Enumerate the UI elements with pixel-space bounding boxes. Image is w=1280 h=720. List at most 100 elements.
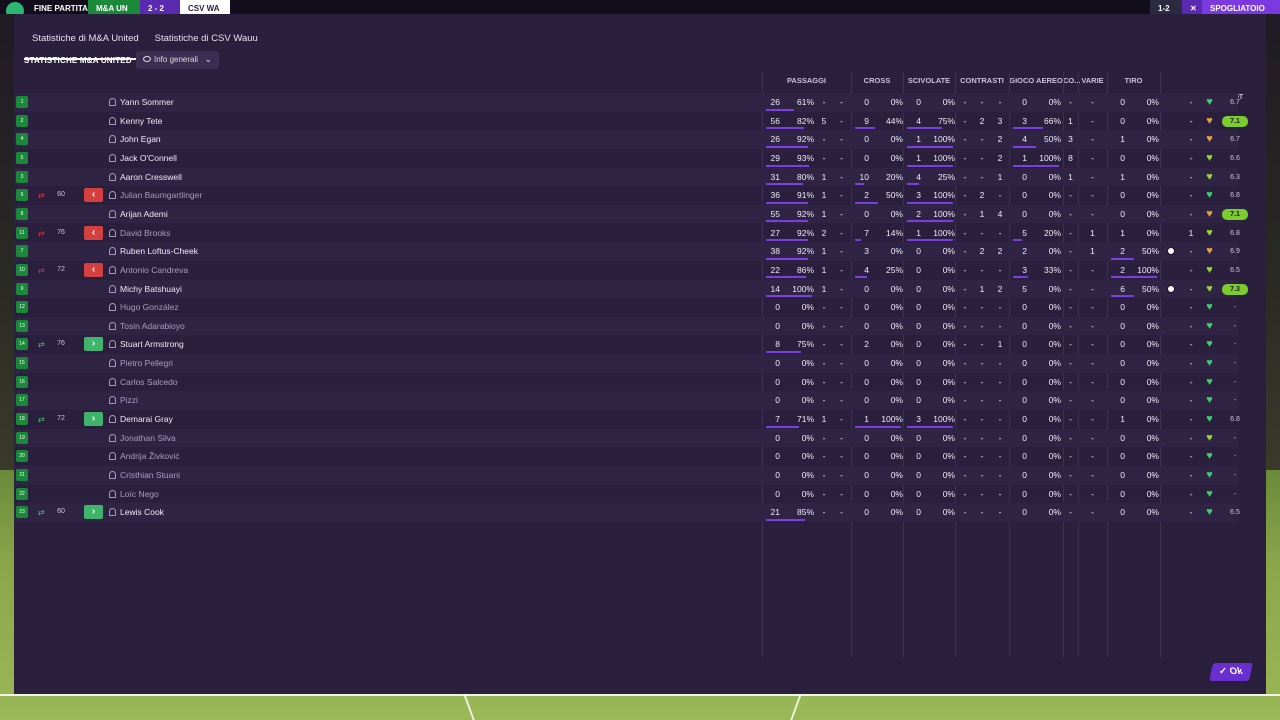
- player-profile-icon[interactable]: [109, 191, 116, 200]
- player-name[interactable]: Pizzi: [120, 391, 138, 410]
- crosses-total: 0: [864, 208, 869, 219]
- dribbles: -: [1091, 488, 1094, 499]
- table-row[interactable]: 4 John Egan 26 92% - -0 0% 1 100% - -2 4 50% 3-1 0% - ♥ 6…: [14, 130, 1240, 149]
- player-profile-icon[interactable]: [109, 135, 116, 144]
- shots-pct: 0%: [1146, 507, 1159, 518]
- table-row[interactable]: 19 Jonathan Silva 0 0% - -0 0% 0 0% - - -0 0% - -0 0% - ♥…: [14, 428, 1238, 448]
- crosses-pct: 25%: [885, 264, 903, 275]
- passes-chances: -: [840, 264, 843, 275]
- crosses-total: 0: [864, 376, 869, 387]
- player-name[interactable]: Julian Baumgartlinger: [120, 186, 202, 205]
- player-profile-icon[interactable]: [109, 452, 116, 461]
- table-row[interactable]: 15 Pietro Pellegri 0 0% - -0 0% 0 0% - - -0 0% - -0 0% -…: [14, 354, 1238, 373]
- player-name[interactable]: Loïc Nego: [120, 485, 159, 504]
- player-name[interactable]: David Brooks: [120, 224, 171, 243]
- player-name[interactable]: Kenny Tete: [120, 112, 162, 131]
- player-profile-icon[interactable]: [109, 209, 116, 218]
- player-profile-icon[interactable]: [109, 433, 116, 442]
- player-profile-icon[interactable]: [109, 508, 116, 517]
- player-name[interactable]: Antonio Candreva: [120, 261, 188, 280]
- table-row[interactable]: 20 Andrija Živković 0 0% - -0 0% 0 0% - - -0 0% - -0 0%…: [14, 447, 1238, 466]
- passes-bar: [766, 164, 809, 167]
- player-profile-icon[interactable]: [109, 303, 116, 312]
- table-row[interactable]: 7 Ruben Loftus-Cheek 38 92% 1-3 0% 0 0% -2 2 2 0% -1…: [14, 242, 1240, 261]
- player-name[interactable]: Hugo González: [120, 298, 179, 317]
- player-name[interactable]: Aaron Cresswell: [120, 168, 182, 187]
- contrasts-recoveries: 1: [997, 339, 1003, 350]
- table-row[interactable]: 3 Aaron Cresswell 31 80% 1-10 20% 4 25% - -1 0 0% 1-…: [14, 167, 1240, 187]
- contrasts-fouls: -: [980, 171, 984, 182]
- condition-heart-icon: ♥: [1206, 133, 1213, 146]
- contrasts-fouls: -: [980, 152, 984, 163]
- player-profile-icon[interactable]: [109, 116, 116, 125]
- table-row[interactable]: 22 Loïc Nego 0 0% - -0 0% 0 0% - - -0 0% - -0 0% - ♥ -: [14, 485, 1238, 504]
- aerial-pct: 20%: [1043, 227, 1061, 238]
- aerial-pct: 0%: [1048, 339, 1061, 350]
- player-name[interactable]: Cristhian Stuani: [120, 466, 180, 485]
- player-profile-icon[interactable]: [109, 228, 116, 237]
- table-row[interactable]: 10 ⇄ 72 ‹ Antonio Candreva 22 86% 1-4 25% 0 0% - - -3…: [14, 261, 1240, 280]
- assists: -: [1189, 470, 1193, 480]
- player-profile-icon[interactable]: [109, 471, 116, 479]
- player-profile-icon[interactable]: [109, 359, 116, 368]
- player-profile-icon[interactable]: [109, 284, 116, 293]
- table-row[interactable]: 1 Yann Sommer 26 61% - -0 0% 0 0% - - -0 0% - -0 0% - ♥ 6.…: [14, 93, 1240, 112]
- player-name[interactable]: Jonathan Silva: [120, 429, 176, 448]
- table-row[interactable]: 12 Hugo González 0 0% - -0 0% 0 0% - - -0 0% - -0 0% - ♥ -: [14, 298, 1238, 317]
- dribbles: -: [1091, 190, 1094, 201]
- table-row[interactable]: 18 ⇄ 72 › Demarai Gray 7 71% 1-1 100% 3 100% - - -0 0%…: [14, 410, 1240, 429]
- table-row[interactable]: 11 ⇄ 76 ‹ David Brooks 27 92% 2-7 14% 1 100% - - -5 20…: [14, 224, 1240, 243]
- player-name[interactable]: Michy Batshuayi: [120, 280, 182, 299]
- topbar-dressing-room-button[interactable]: SPOGLIATOIO: [1202, 0, 1280, 14]
- player-profile-icon[interactable]: [109, 415, 116, 424]
- table-row[interactable]: 14 ⇄ 76 › Stuart Armstrong 8 75% - -2 0% 0 0% - -1 0 0%…: [14, 335, 1238, 354]
- player-name[interactable]: Stuart Armstrong: [120, 335, 184, 354]
- table-row[interactable]: 17 Pizzi 0 0% - -0 0% 0 0% - - -0 0% - -0 0% - ♥ -: [14, 391, 1238, 410]
- passes-chances: -: [840, 283, 843, 294]
- player-profile-icon[interactable]: [109, 377, 116, 386]
- table-row[interactable]: 23 ⇄ 60 › Lewis Cook 21 85% - -0 0% 0 0% - - -0 0% - -0 0%…: [14, 503, 1240, 522]
- tackles-total: 0: [916, 432, 921, 443]
- shirt-number: 12: [16, 301, 28, 314]
- player-name[interactable]: Andrija Živković: [120, 447, 180, 466]
- table-row[interactable]: 13 Tosin Adarabioyo 0 0% - -0 0% 0 0% - - -0 0% - -0 0%…: [14, 316, 1238, 336]
- table-row[interactable]: 8 Arijan Ademi 55 92% 1-0 0% 2 100% -1 4 0 0% - -0 0% -…: [14, 204, 1248, 224]
- player-profile-icon[interactable]: [109, 247, 116, 256]
- passes-decisive: 1: [821, 283, 827, 294]
- player-name[interactable]: Arijan Ademi: [120, 205, 168, 224]
- player-name[interactable]: Lewis Cook: [120, 503, 164, 522]
- player-name[interactable]: Carlos Salcedo: [120, 373, 178, 392]
- tackles-pct: 0%: [942, 488, 955, 499]
- player-name[interactable]: Ruben Loftus-Cheek: [120, 242, 198, 261]
- table-row[interactable]: 9 Michy Batshuayi 14 100% 1-0 0% 0 0% -1 2 5 0% - -6 5…: [14, 279, 1248, 299]
- player-profile-icon[interactable]: [109, 98, 116, 106]
- passes-bar: [766, 518, 805, 521]
- player-name[interactable]: Yann Sommer: [120, 93, 174, 112]
- table-row[interactable]: 16 Carlos Salcedo 0 0% - -0 0% 0 0% - - -0 0% - -0 0% - ♥…: [14, 373, 1238, 392]
- player-name[interactable]: Jack O'Connell: [120, 149, 177, 168]
- player-profile-icon[interactable]: [109, 153, 116, 162]
- table-row[interactable]: 6 ⇄ 60 ‹ Julian Baumgartlinger 36 91% 1-2 50% 3 10…: [14, 186, 1240, 205]
- player-profile-icon[interactable]: [109, 396, 116, 405]
- contrasts-recoveries: 2: [997, 152, 1003, 163]
- player-name[interactable]: Pietro Pellegri: [120, 354, 173, 373]
- player-name[interactable]: Tosin Adarabioyo: [120, 317, 185, 336]
- topbar-close-icon[interactable]: ✕: [1182, 0, 1202, 14]
- player-profile-icon[interactable]: [109, 340, 116, 349]
- table-row[interactable]: 21 Cristhian Stuani 0 0% - -0 0% 0 0% - - -0 0% - -0 0%…: [14, 466, 1238, 485]
- player-name[interactable]: John Egan: [120, 130, 161, 149]
- shots-total: 0: [1120, 470, 1125, 480]
- table-row[interactable]: 2 Kenny Tete 56 82% 5-9 44% 4 75% -2 3 3 66% 1-0 0% - ♥…: [14, 112, 1248, 131]
- crosses-pct: 0%: [890, 507, 903, 518]
- shots-pct: 0%: [1146, 97, 1159, 107]
- player-profile-icon[interactable]: [109, 265, 116, 274]
- player-profile-icon[interactable]: [109, 172, 116, 181]
- view-select[interactable]: Info generali ⌄: [136, 51, 219, 69]
- table-row[interactable]: 5 Jack O'Connell 29 93% - -0 0% 1 100% - -2 1 100% 8-…: [14, 149, 1240, 168]
- passes-decisive: -: [822, 451, 826, 462]
- ok-button[interactable]: ✓ Ok: [1209, 663, 1253, 681]
- aerial-pct: 0%: [1048, 358, 1061, 369]
- player-profile-icon[interactable]: [109, 489, 116, 498]
- player-name[interactable]: Demarai Gray: [120, 410, 173, 429]
- player-profile-icon[interactable]: [109, 321, 116, 330]
